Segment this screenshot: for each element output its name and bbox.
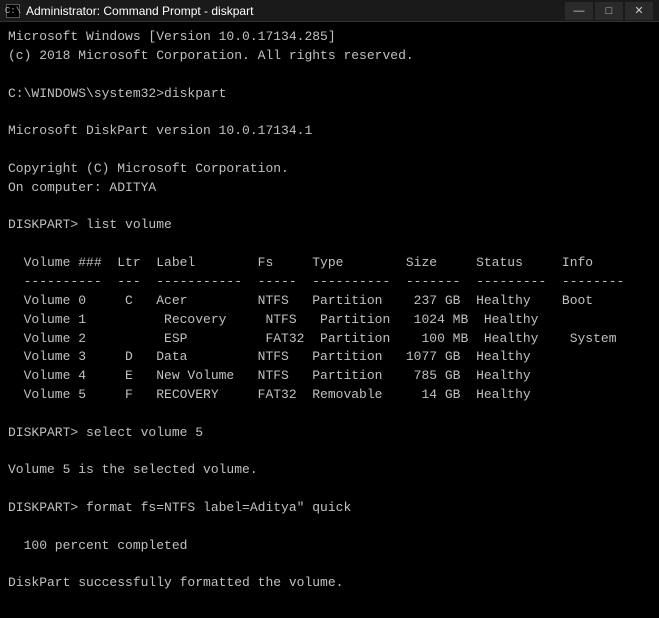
console-line <box>8 518 651 537</box>
console-line: DISKPART> select volume 5 <box>8 424 651 443</box>
title-bar: C:\ Administrator: Command Prompt - disk… <box>0 0 659 22</box>
console-line: Volume 1 Recovery NTFS Partition 1024 MB… <box>8 311 651 330</box>
console-line: DISKPART> format fs=NTFS label=Aditya" q… <box>8 499 651 518</box>
console-line: ---------- --- ----------- ----- -------… <box>8 273 651 292</box>
console-line: Copyright (C) Microsoft Corporation. <box>8 160 651 179</box>
console-line: Volume 0 C Acer NTFS Partition 237 GB He… <box>8 292 651 311</box>
console-line: Volume 5 F RECOVERY FAT32 Removable 14 G… <box>8 386 651 405</box>
console-line: Volume 4 E New Volume NTFS Partition 785… <box>8 367 651 386</box>
maximize-button[interactable]: □ <box>595 2 623 20</box>
console-line: Volume 3 D Data NTFS Partition 1077 GB H… <box>8 348 651 367</box>
console-line: Volume 5 is the selected volume. <box>8 461 651 480</box>
window-controls: — □ ✕ <box>565 2 653 20</box>
console-line <box>8 235 651 254</box>
console-line <box>8 198 651 217</box>
console-line <box>8 405 651 424</box>
app-icon: C:\ <box>6 4 20 18</box>
console-line <box>8 443 651 462</box>
window-title: Administrator: Command Prompt - diskpart <box>26 4 253 18</box>
console-line: Volume ### Ltr Label Fs Type Size Status… <box>8 254 651 273</box>
console-line: On computer: ADITYA <box>8 179 651 198</box>
console-line: Volume 2 ESP FAT32 Partition 100 MB Heal… <box>8 330 651 349</box>
console-line <box>8 593 651 612</box>
console-line: Microsoft DiskPart version 10.0.17134.1 <box>8 122 651 141</box>
console-line <box>8 103 651 122</box>
console-line: DISKPART> list volume <box>8 216 651 235</box>
console-line: 100 percent completed <box>8 537 651 556</box>
console-line: Microsoft Windows [Version 10.0.17134.28… <box>8 28 651 47</box>
console-line <box>8 66 651 85</box>
console-line: DiskPart successfully formatted the volu… <box>8 574 651 593</box>
console-line: (c) 2018 Microsoft Corporation. All righ… <box>8 47 651 66</box>
close-button[interactable]: ✕ <box>625 2 653 20</box>
console-line <box>8 480 651 499</box>
console-line <box>8 556 651 575</box>
console-output: Microsoft Windows [Version 10.0.17134.28… <box>0 22 659 618</box>
minimize-button[interactable]: — <box>565 2 593 20</box>
title-bar-left: C:\ Administrator: Command Prompt - disk… <box>6 4 253 18</box>
console-line <box>8 141 651 160</box>
console-line: C:\WINDOWS\system32>diskpart <box>8 85 651 104</box>
